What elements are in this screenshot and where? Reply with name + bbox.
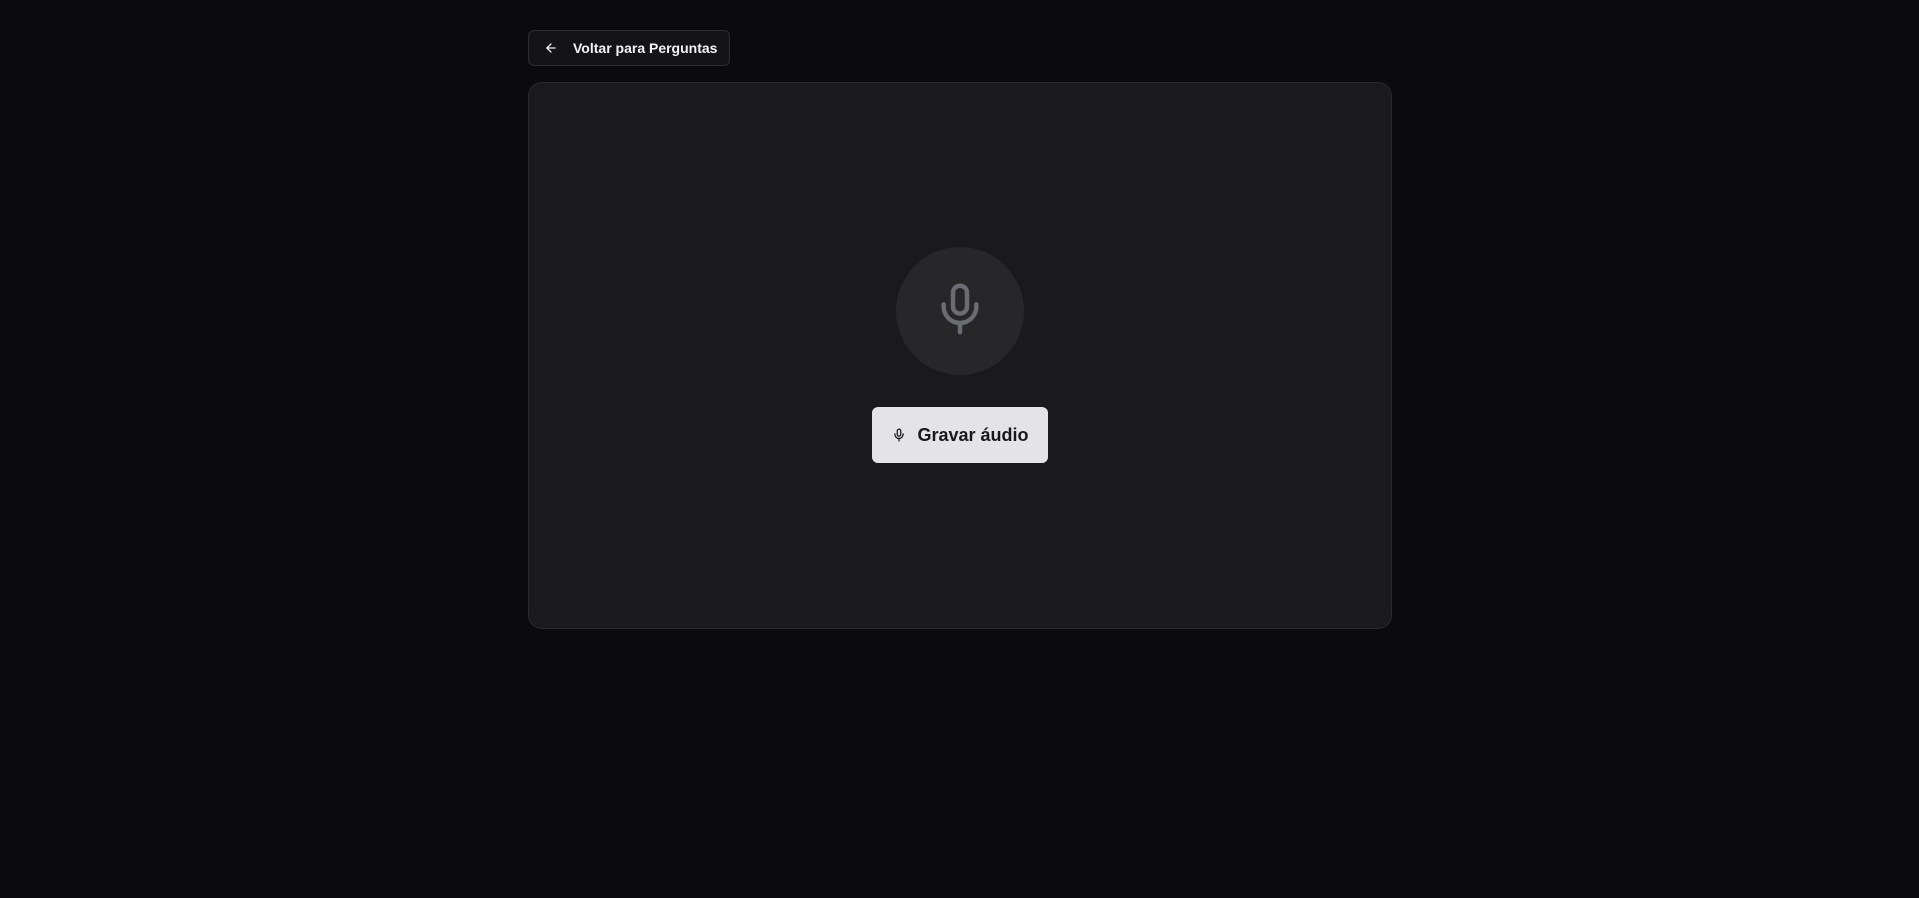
record-button-label: Gravar áudio <box>917 424 1029 445</box>
record-audio-button[interactable]: Gravar áudio <box>872 407 1048 463</box>
page: Voltar para Perguntas Gravar áudio <box>0 0 1919 898</box>
microphone-icon <box>932 278 988 345</box>
microphone-icon <box>891 427 907 443</box>
back-to-questions-button[interactable]: Voltar para Perguntas <box>528 30 731 66</box>
microphone-indicator <box>896 247 1024 375</box>
arrow-left-icon <box>543 40 559 56</box>
back-button-label: Voltar para Perguntas <box>573 40 718 56</box>
audio-recorder-card: Gravar áudio <box>528 82 1392 629</box>
